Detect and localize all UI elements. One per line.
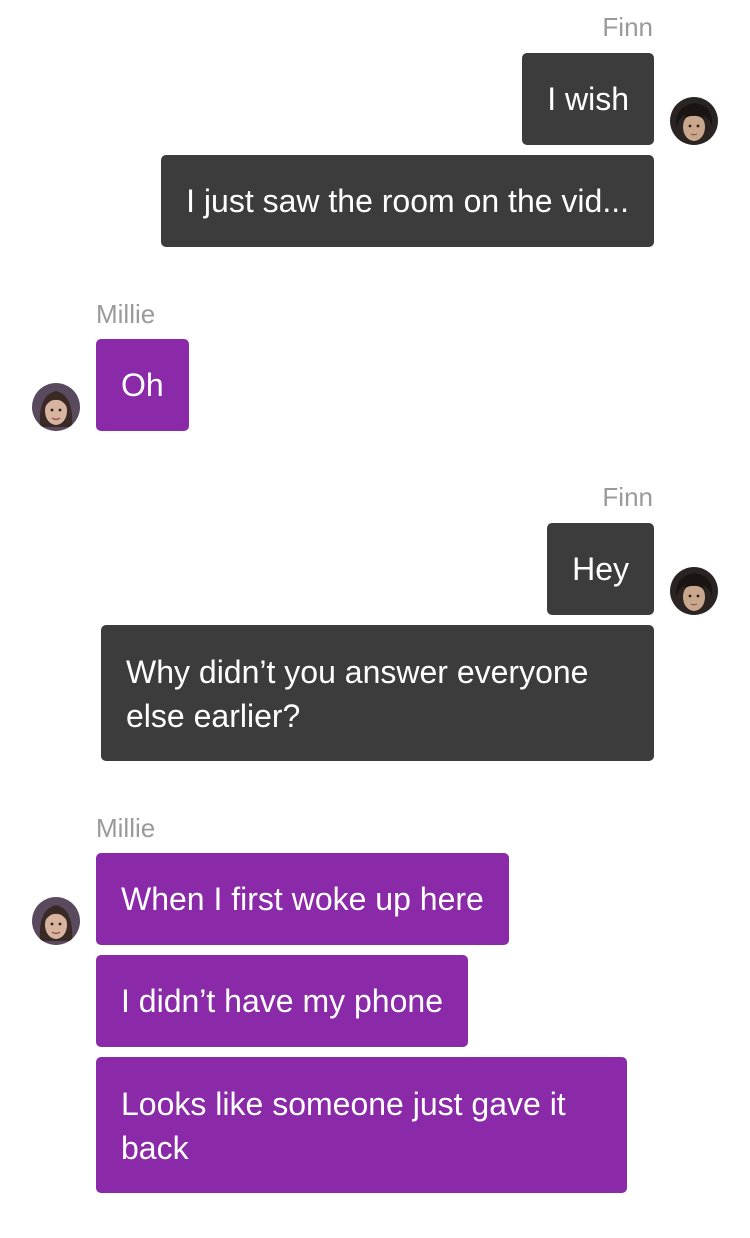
sender-name: Millie: [96, 299, 156, 329]
millie-avatar-icon[interactable]: [32, 897, 80, 945]
millie-avatar-icon: [32, 383, 80, 431]
millie-avatar-icon[interactable]: [32, 383, 80, 431]
message-bubble[interactable]: Looks like someone just gave it back: [96, 1057, 627, 1193]
message-bubble[interactable]: Hey: [547, 523, 654, 615]
sender-name: Finn: [602, 12, 653, 42]
millie-avatar-icon: [32, 897, 80, 945]
sender-name: Finn: [602, 482, 653, 512]
message-bubble[interactable]: When I first woke up here: [96, 853, 509, 945]
finn-avatar-icon: [670, 97, 718, 145]
sender-name: Millie: [96, 813, 156, 843]
message-bubble[interactable]: Why didn’t you answer everyone else earl…: [101, 625, 654, 761]
message-bubble[interactable]: I didn’t have my phone: [96, 955, 468, 1047]
finn-avatar-icon[interactable]: [670, 97, 718, 145]
finn-avatar-icon[interactable]: [670, 567, 718, 615]
message-bubble[interactable]: Oh: [96, 339, 189, 431]
message-bubble[interactable]: I just saw the room on the vid...: [161, 155, 654, 247]
message-bubble[interactable]: I wish: [522, 53, 654, 145]
finn-avatar-icon: [670, 567, 718, 615]
